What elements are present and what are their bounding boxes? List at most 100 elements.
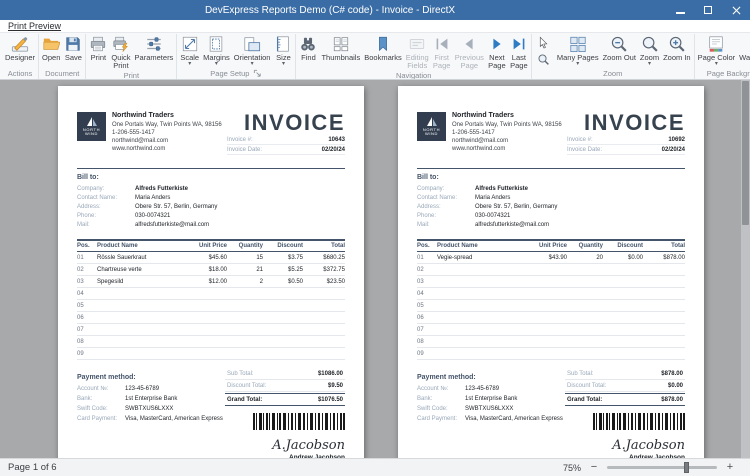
save-icon <box>64 35 82 53</box>
print-button[interactable]: Print <box>87 34 109 71</box>
vendor-name: Northwind Traders <box>452 112 562 120</box>
barcode <box>253 413 345 435</box>
invoice-number-value: 10643 <box>328 137 345 143</box>
invoice-number-label: Invoice #: <box>227 137 253 143</box>
bookmarks-button[interactable]: Bookmarks <box>362 34 404 71</box>
ribbon-group-page-background: Page Color ▾ A Watermark Page Background <box>695 34 750 79</box>
vendor-address: One Portals Way, Twin Points WA, 98156 <box>112 121 222 129</box>
preview-area[interactable]: NORTH WIND Northwind Traders One Portals… <box>0 80 750 458</box>
first-page-button[interactable]: First Page <box>431 34 453 71</box>
many-pages-icon <box>569 35 587 53</box>
many-pages-button[interactable]: Many Pages ▾ <box>555 34 601 68</box>
invoice-page-2: NORTH WIND Northwind Traders One Portals… <box>398 86 704 458</box>
table-row: 01 Rössle Sauerkraut $45.60 15 $3.75 $68… <box>77 252 345 264</box>
payment-swift: SWBTXUS6LXXX <box>465 405 513 414</box>
logo-text: NORTH WIND <box>83 128 100 137</box>
minimize-button[interactable] <box>666 0 694 20</box>
table-row: 02 Chartreuse verte $18.00 21 $5.25 $372… <box>77 264 345 276</box>
last-page-button[interactable]: Last Page <box>508 34 530 71</box>
find-button[interactable]: Find <box>297 34 319 71</box>
vendor-phone: 1-206-555-1417 <box>112 129 222 137</box>
designer-button[interactable]: Designer <box>3 34 37 68</box>
margins-button[interactable]: Margins ▾ <box>201 34 232 68</box>
maximize-button[interactable] <box>694 0 722 20</box>
zoom-in-button[interactable]: Zoom In <box>661 34 693 68</box>
group-caption-page-setup: Page Setup <box>210 69 249 78</box>
group-caption-document: Document <box>45 69 79 78</box>
table-header-row: Pos. Product Name Unit Price Quantity Di… <box>417 239 685 252</box>
minimize-icon <box>676 12 685 14</box>
thumbnails-button[interactable]: Thumbnails <box>319 34 362 71</box>
vendor-email: northwind@mail.com <box>452 137 562 145</box>
dropdown-arrow-icon: ▾ <box>576 62 579 67</box>
table-row: 06 <box>417 312 685 324</box>
page-setup-dialog-launcher-icon[interactable] <box>253 69 262 78</box>
vertical-scrollbar[interactable] <box>741 80 750 458</box>
bill-to-address: Obere Str. 57, Berlin, Germany <box>475 203 557 212</box>
zoom-in-slider-button[interactable]: + <box>724 462 736 473</box>
magnifier-tool-button[interactable] <box>535 52 553 67</box>
line-items-table: Pos. Product Name Unit Price Quantity Di… <box>77 239 345 360</box>
signature-script: A.Jacobson <box>612 438 685 453</box>
zoom-slider[interactable] <box>607 466 717 469</box>
invoice-date-label: Invoice Date: <box>567 147 602 153</box>
find-icon <box>299 35 317 53</box>
signer-name: Andrew Jacobson <box>272 454 345 458</box>
scrollbar-thumb[interactable] <box>742 81 749 225</box>
watermark-button[interactable]: A Watermark <box>737 34 750 68</box>
table-row: 03 <box>417 276 685 288</box>
vendor-address: One Portals Way, Twin Points WA, 98156 <box>452 121 562 129</box>
open-icon <box>42 35 60 53</box>
editing-fields-icon <box>408 35 426 53</box>
statusbar: Page 1 of 6 75% − + <box>0 458 750 476</box>
grand-total-value: $1076.50 <box>318 397 343 403</box>
thumbnails-icon <box>332 35 350 53</box>
pointer-tool-button[interactable] <box>535 35 553 50</box>
previous-page-button[interactable]: Previous Page <box>453 34 486 71</box>
size-button[interactable]: Size ▾ <box>272 34 294 68</box>
bill-to-company: Alfreds Futterkiste <box>135 185 188 194</box>
app-window: DevExpress Reports Demo (C# code) - Invo… <box>0 0 750 476</box>
zoom-controls: 75% − + <box>563 462 742 473</box>
zoom-out-slider-button[interactable]: − <box>588 462 600 473</box>
close-button[interactable] <box>722 0 750 20</box>
table-row: 04 <box>77 288 345 300</box>
discount-total-value: $0.00 <box>668 383 683 389</box>
zoom-out-button[interactable]: Zoom Out <box>601 34 638 68</box>
page-color-button[interactable]: Page Color ▾ <box>696 34 738 68</box>
zoom-out-icon <box>610 35 628 53</box>
payment-bank: 1st Enterprise Bank <box>125 395 177 404</box>
orientation-icon <box>243 35 261 53</box>
payment-card: Visa, MasterCard, American Express <box>465 415 563 424</box>
payment-account: 123-45-6789 <box>465 385 499 394</box>
ribbon-group-navigation: Find Thumbnails Bookmarks Editing Fields… <box>296 34 531 79</box>
ribbon-group-print: Print Quick Print Parameters Print <box>86 34 177 79</box>
next-page-button[interactable]: Next Page <box>486 34 508 71</box>
quick-print-button[interactable]: Quick Print <box>109 34 132 71</box>
quick-print-icon <box>112 35 130 53</box>
table-row: 02 <box>417 264 685 276</box>
zoom-slider-thumb[interactable] <box>684 462 689 473</box>
parameters-button[interactable]: Parameters <box>133 34 176 71</box>
tab-print-preview[interactable]: Print Preview <box>8 21 61 31</box>
table-row: 09 <box>77 348 345 360</box>
table-row: 08 <box>77 336 345 348</box>
ribbon-group-page-setup: Scale ▾ Margins ▾ Orientation ▾ Size ▾ <box>177 34 296 79</box>
group-caption-navigation: Navigation <box>396 71 431 80</box>
zoom-button[interactable]: Zoom ▾ <box>638 34 661 68</box>
table-row: 06 <box>77 312 345 324</box>
dropdown-arrow-icon: ▾ <box>282 62 285 67</box>
editing-fields-button[interactable]: Editing Fields <box>404 34 431 71</box>
open-button[interactable]: Open <box>40 34 62 68</box>
margins-icon <box>207 35 225 53</box>
bill-to-contact: Maria Anders <box>475 194 510 203</box>
group-caption-print: Print <box>124 71 139 80</box>
scale-button[interactable]: Scale ▾ <box>178 34 201 68</box>
invoice-number-value: 10692 <box>668 137 685 143</box>
window-controls <box>666 0 750 20</box>
orientation-button[interactable]: Orientation ▾ <box>232 34 273 68</box>
bill-to-contact: Maria Anders <box>135 194 170 203</box>
vendor-phone: 1-206-555-1417 <box>452 129 562 137</box>
totals-box: Sub Total:$878.00 Discount Total:$0.00 G… <box>565 368 685 406</box>
save-button[interactable]: Save <box>62 34 84 68</box>
